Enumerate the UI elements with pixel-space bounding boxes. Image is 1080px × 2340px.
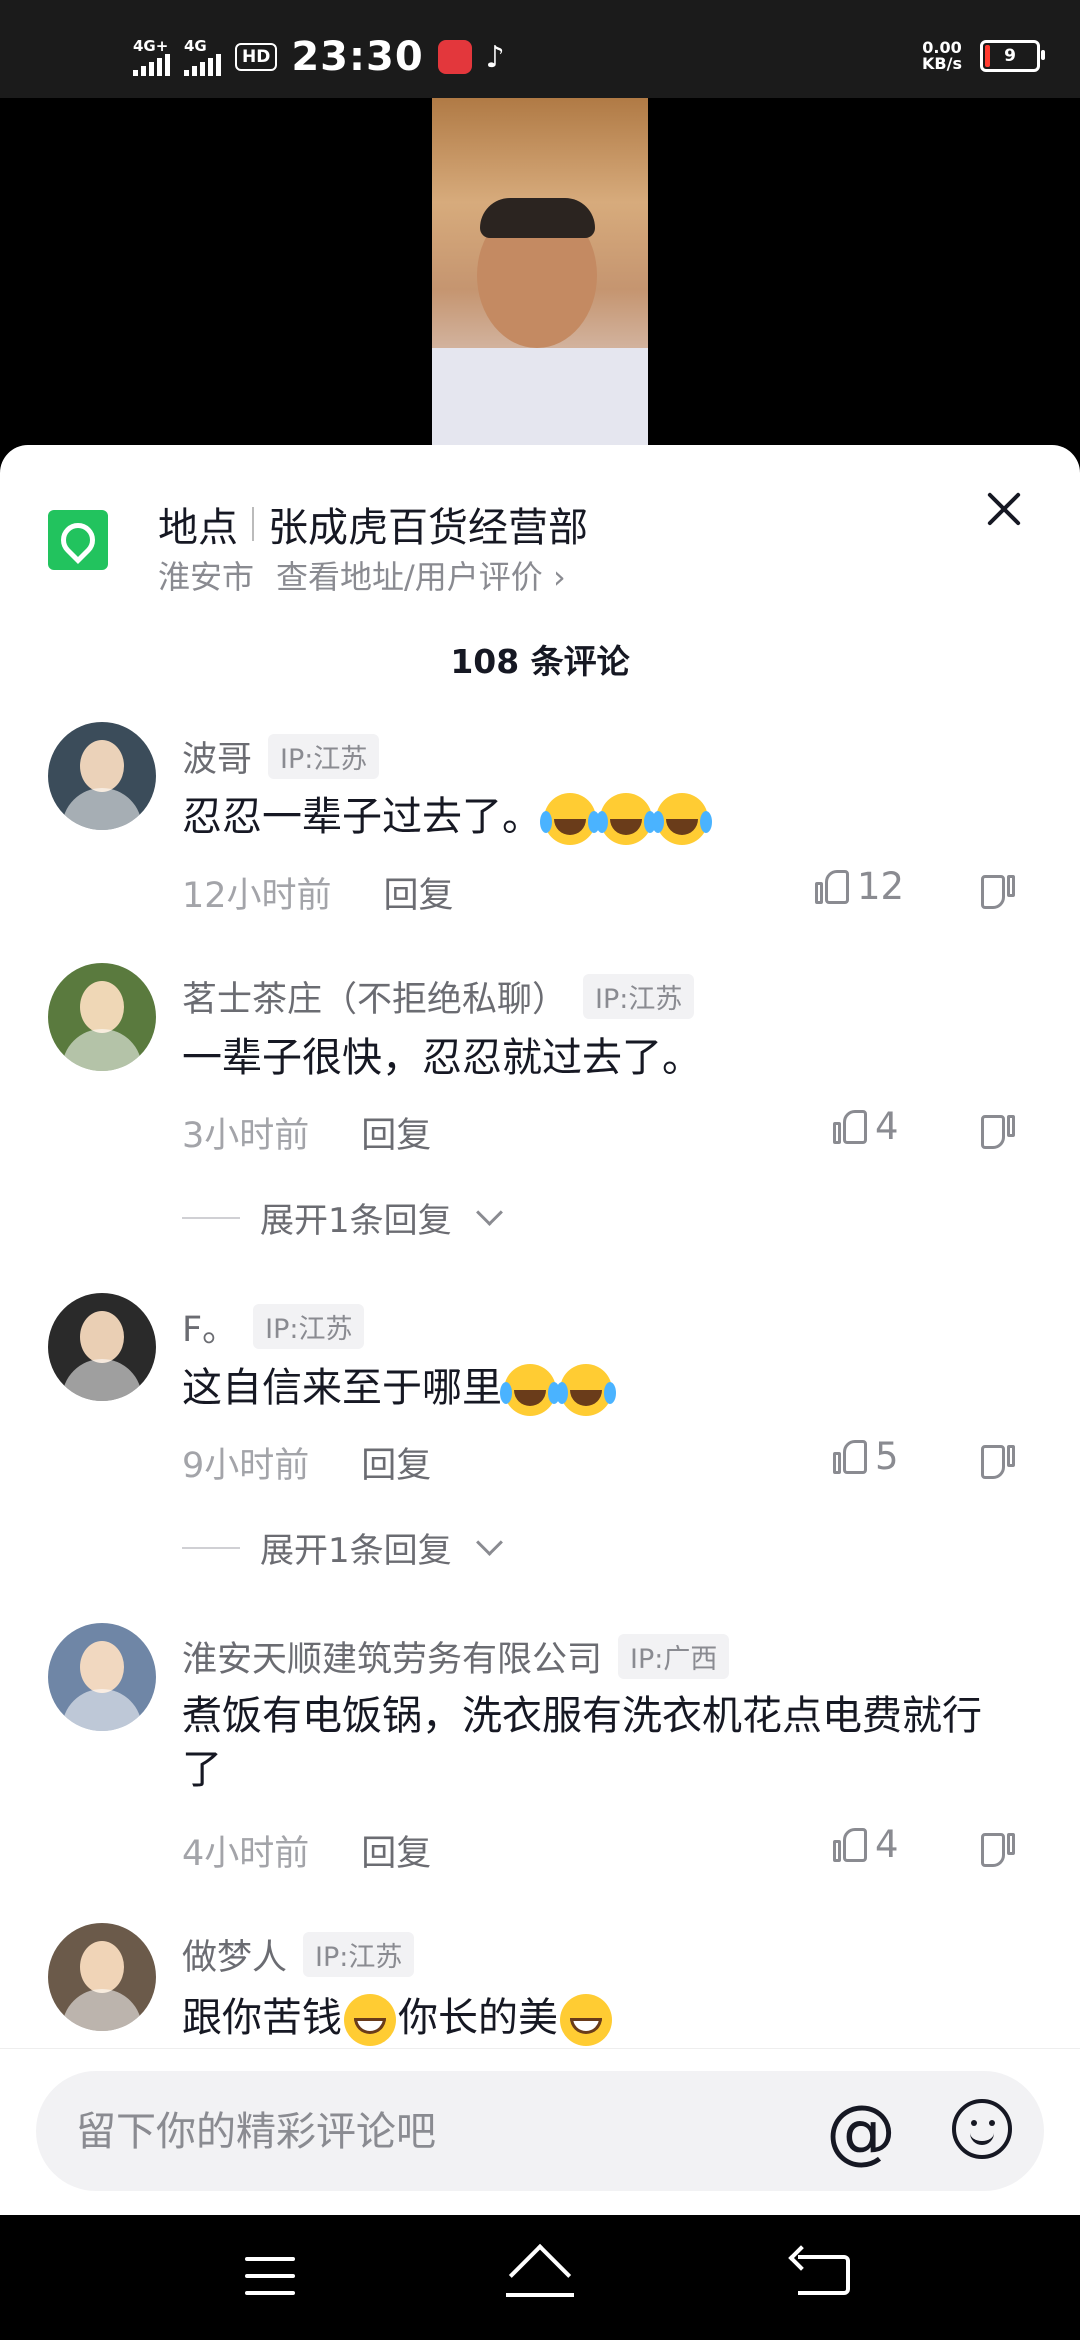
back-icon[interactable] bbox=[798, 2255, 850, 2295]
like-count: 5 bbox=[875, 1435, 899, 1478]
ip-badge: IP:广西 bbox=[618, 1634, 730, 1679]
ip-badge: IP:江苏 bbox=[253, 1304, 365, 1349]
comment-username[interactable]: 做梦人 bbox=[182, 1929, 287, 1980]
comment-text[interactable]: 跟你苦钱 你长的美 bbox=[182, 1991, 1012, 2046]
comments-panel: 地点 张成虎百货经营部 淮安市 查看地址/用户评价 › 108 条评论 波哥 I… bbox=[0, 445, 1080, 2215]
network-speed: 0.00 KB/s bbox=[922, 38, 962, 73]
like-count: 12 bbox=[857, 865, 905, 908]
divider bbox=[182, 1216, 240, 1219]
home-icon[interactable] bbox=[506, 2253, 574, 2299]
ip-badge: IP:江苏 bbox=[583, 974, 695, 1019]
chevron-down-icon bbox=[475, 1199, 503, 1226]
like-count: 4 bbox=[875, 1823, 899, 1866]
chevron-down-icon bbox=[475, 1529, 503, 1556]
notification-app-icon bbox=[437, 40, 472, 74]
location-detail-link[interactable]: 查看地址/用户评价 › bbox=[276, 552, 566, 598]
location-title[interactable]: 地点 张成虎百货经营部 bbox=[158, 495, 588, 553]
comment-text[interactable]: 这自信来至于哪里 bbox=[182, 1361, 1012, 1416]
thumbs-up-icon bbox=[833, 1827, 867, 1862]
location-name: 张成虎百货经营部 bbox=[268, 505, 588, 551]
menu-icon[interactable] bbox=[245, 2257, 295, 2295]
comment-text[interactable]: 忍忍一辈子过去了。 bbox=[182, 790, 1012, 845]
avatar[interactable] bbox=[48, 1623, 156, 1731]
grin-emoji-icon bbox=[344, 1994, 396, 2046]
comment-username[interactable]: 淮安天顺建筑劳务有限公司 bbox=[182, 1631, 602, 1682]
comment-time: 12小时前 bbox=[182, 876, 332, 916]
comment-time: 3小时前 bbox=[182, 1116, 310, 1156]
reply-button[interactable]: 回复 bbox=[384, 867, 454, 918]
like-button[interactable]: 5 bbox=[833, 1435, 899, 1478]
avatar[interactable] bbox=[48, 1293, 156, 1401]
video-thumbnail[interactable] bbox=[432, 98, 648, 446]
avatar[interactable] bbox=[48, 963, 156, 1071]
comment-username[interactable]: F。 bbox=[182, 1301, 237, 1352]
avatar[interactable] bbox=[48, 722, 156, 830]
expand-replies-button[interactable]: 展开1条回复 bbox=[182, 1523, 503, 1572]
emoji-icon[interactable] bbox=[952, 2099, 1012, 2159]
expand-replies-button[interactable]: 展开1条回复 bbox=[182, 1193, 503, 1242]
laugh-cry-emoji-icon bbox=[500, 1364, 556, 1416]
thumbs-down-icon[interactable] bbox=[975, 1439, 1015, 1479]
comment-time: 4小时前 bbox=[182, 1834, 310, 1874]
comment-text[interactable]: 煮饭有电饭锅，洗衣服有洗衣机花点电费就行了 bbox=[182, 1689, 1002, 1797]
like-button[interactable]: 4 bbox=[833, 1823, 899, 1866]
like-button[interactable]: 12 bbox=[815, 865, 904, 908]
battery-icon: 9 bbox=[980, 40, 1045, 72]
thumbs-down-icon[interactable] bbox=[975, 869, 1015, 909]
thumbs-down-icon[interactable] bbox=[975, 1827, 1015, 1867]
ip-badge: IP:江苏 bbox=[268, 734, 380, 779]
location-subtitle[interactable]: 淮安市 查看地址/用户评价 › bbox=[158, 552, 566, 598]
laugh-cry-emoji-icon bbox=[596, 793, 652, 845]
like-count: 4 bbox=[875, 1105, 899, 1148]
comment-username[interactable]: 波哥 bbox=[182, 731, 252, 782]
laugh-cry-emoji-icon bbox=[556, 1364, 612, 1416]
chevron-right-icon: › bbox=[552, 558, 566, 596]
thumbs-up-icon bbox=[833, 1439, 867, 1474]
divider bbox=[252, 507, 254, 541]
reply-button[interactable]: 回复 bbox=[361, 1437, 431, 1488]
laugh-cry-emoji-icon bbox=[652, 793, 708, 845]
divider bbox=[182, 1546, 240, 1549]
at-mention-icon[interactable]: @ bbox=[826, 2091, 896, 2171]
comment-time: 9小时前 bbox=[182, 1446, 310, 1486]
thumbs-up-icon bbox=[815, 869, 849, 904]
avatar[interactable] bbox=[48, 1923, 156, 2031]
comment-input-container[interactable]: @ bbox=[36, 2071, 1044, 2191]
laugh-cry-emoji-icon bbox=[540, 793, 596, 845]
like-button[interactable]: 4 bbox=[833, 1105, 899, 1148]
grin-emoji-icon bbox=[560, 1994, 612, 2046]
thumbs-up-icon bbox=[833, 1109, 867, 1144]
system-nav-bar bbox=[0, 2215, 1080, 2340]
status-bar: 4G+ 4G HD 23:30 ♪ 0.00 KB/s 9 bbox=[0, 0, 1080, 98]
thumbs-down-icon[interactable] bbox=[975, 1109, 1015, 1149]
signal-4g-icon: 4G bbox=[184, 38, 221, 76]
tiktok-icon: ♪ bbox=[485, 39, 505, 75]
comment-input-bar: @ bbox=[0, 2048, 1080, 2216]
location-city: 淮安市 bbox=[158, 558, 255, 596]
reply-button[interactable]: 回复 bbox=[361, 1107, 431, 1158]
comment-text[interactable]: 一辈子很快，忍忍就过去了。 bbox=[182, 1031, 1012, 1085]
ip-badge: IP:江苏 bbox=[303, 1932, 415, 1977]
close-icon[interactable] bbox=[980, 485, 1028, 533]
comment-username[interactable]: 茗士茶庄（不拒绝私聊） bbox=[182, 971, 567, 1022]
reply-button[interactable]: 回复 bbox=[361, 1825, 431, 1876]
location-pin-icon bbox=[48, 510, 108, 570]
hd-voice-icon: HD bbox=[235, 43, 278, 71]
comment-input[interactable] bbox=[74, 2101, 818, 2163]
signal-4gplus-icon: 4G+ bbox=[133, 38, 170, 76]
clock: 23:30 bbox=[291, 34, 424, 80]
comment-count: 108 条评论 bbox=[450, 642, 630, 681]
